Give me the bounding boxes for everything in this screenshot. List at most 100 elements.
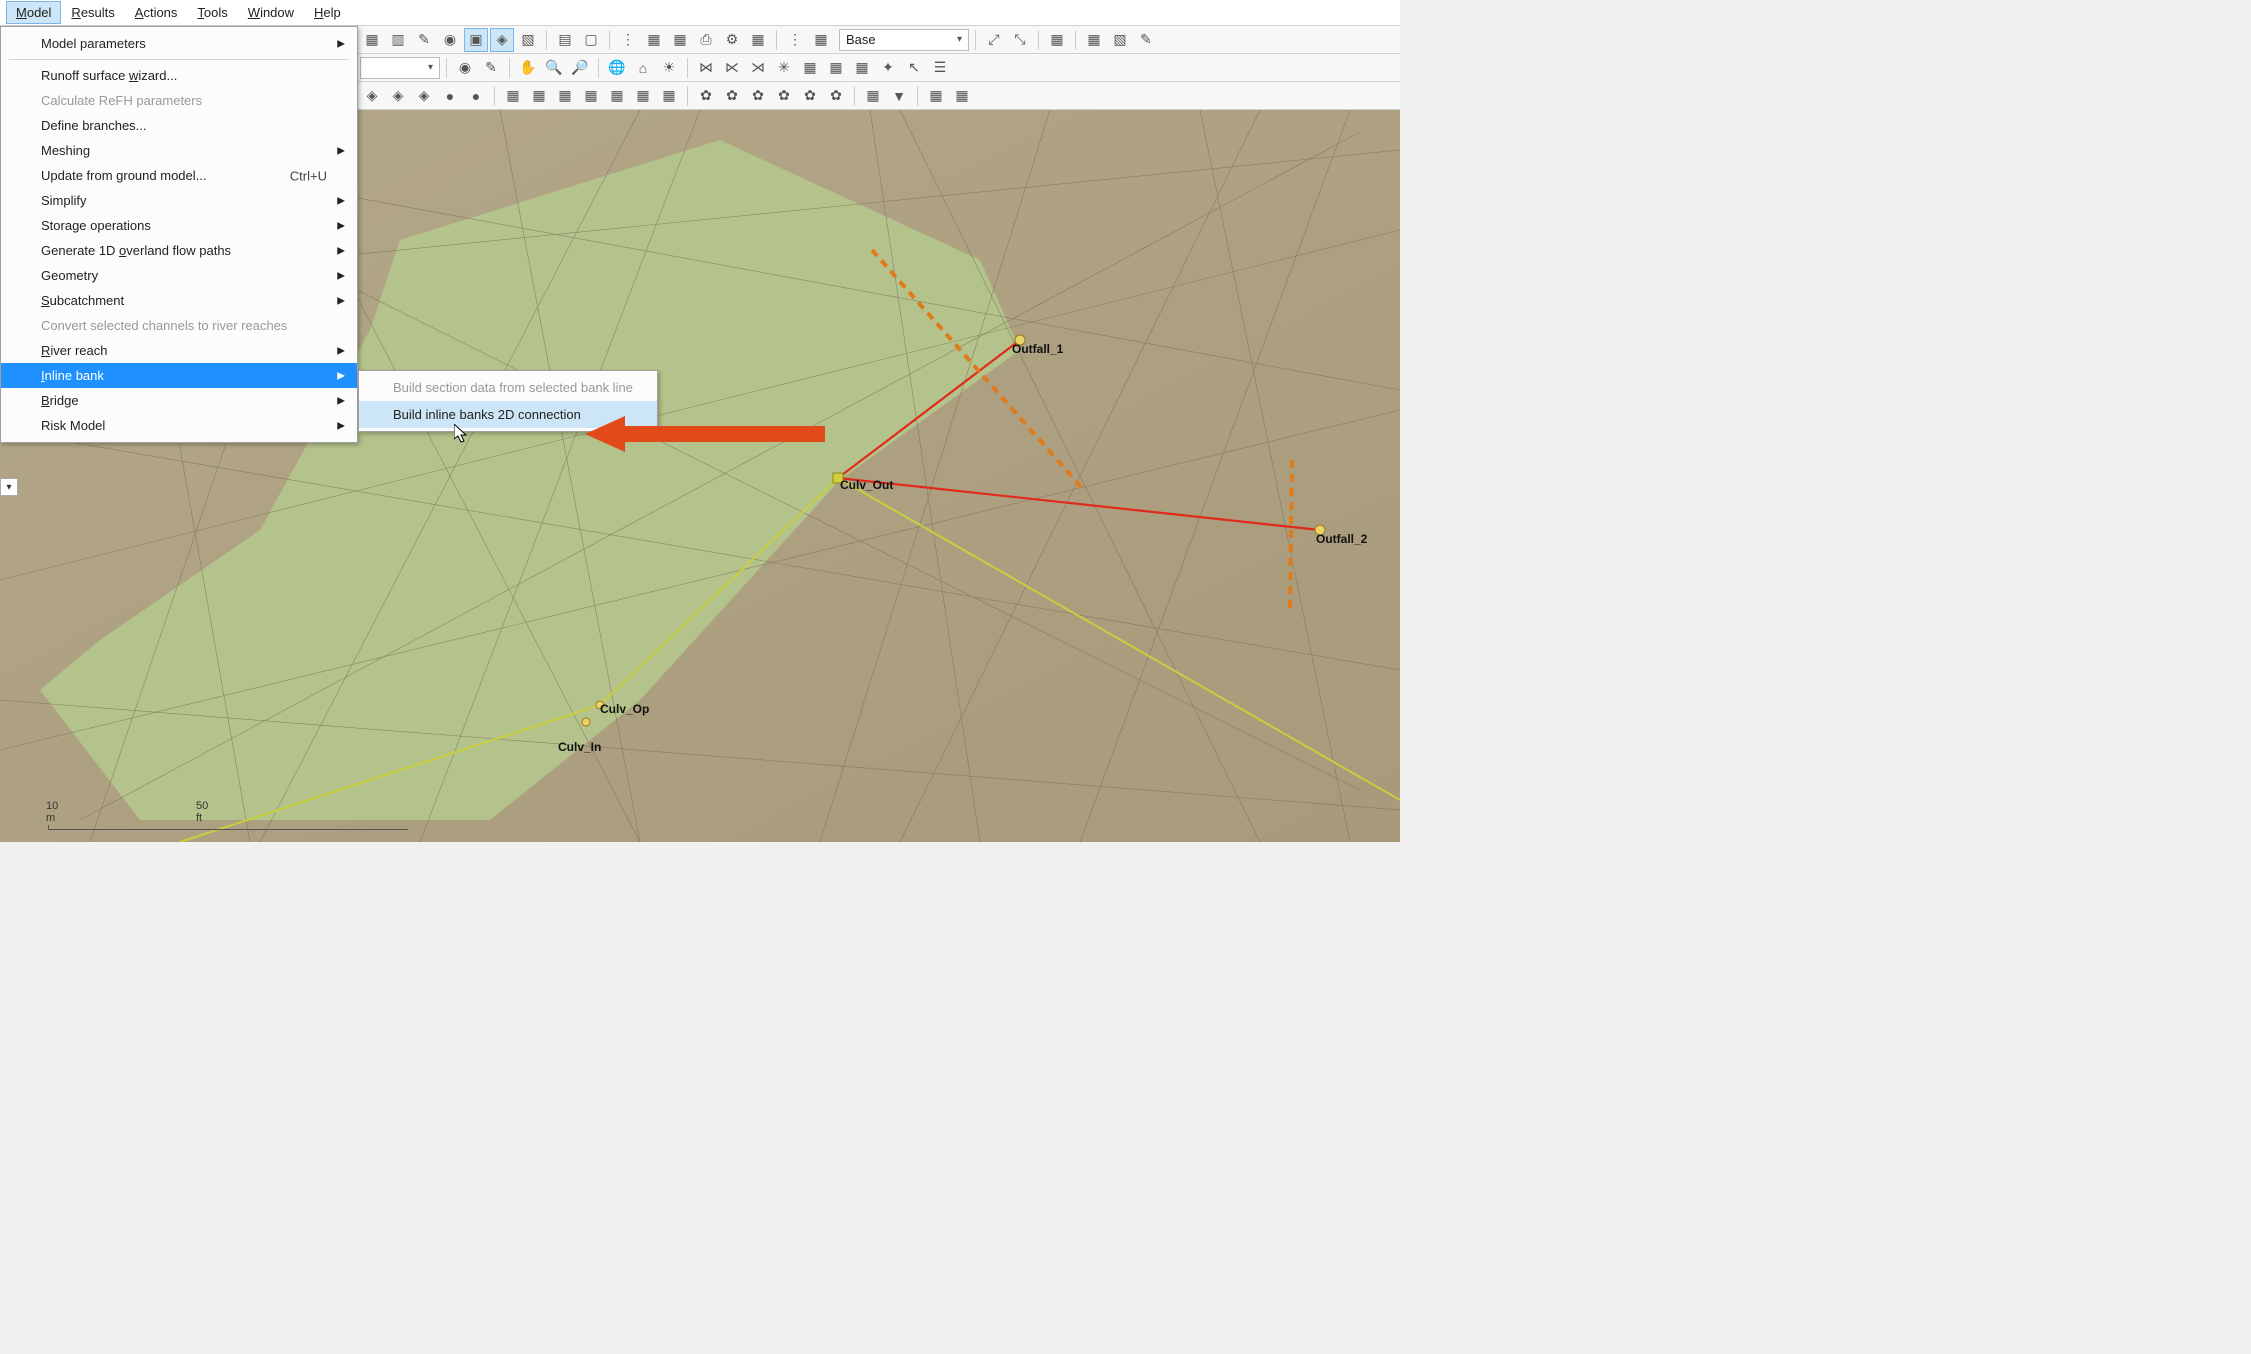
tool-icon[interactable]: ⋉ (720, 56, 744, 80)
toolbar-separator (546, 30, 547, 50)
dd-subcatchment[interactable]: Subcatchment ▶ (1, 288, 357, 313)
toolbar-separator (509, 58, 510, 78)
toolbar-separator (598, 58, 599, 78)
combo-2[interactable]: ▾ (360, 57, 440, 79)
side-dropdown[interactable]: ▾ (0, 478, 18, 496)
tool-icon[interactable]: ▦ (924, 84, 948, 108)
tool-icon[interactable]: ✎ (479, 56, 503, 80)
dd-define-branches[interactable]: Define branches... (1, 113, 357, 138)
tool-icon[interactable]: ⋮ (616, 28, 640, 52)
tool-icon[interactable]: ▦ (1045, 28, 1069, 52)
tool-icon[interactable]: ⋮ (783, 28, 807, 52)
label-culv-op: Culv_Op (600, 702, 649, 716)
tool-icon[interactable]: ▧ (1108, 28, 1132, 52)
tool-icon[interactable]: ✿ (746, 84, 770, 108)
tool-icon[interactable]: ▤ (553, 28, 577, 52)
tool-icon[interactable]: ● (438, 84, 462, 108)
tool-icon[interactable]: ▦ (850, 56, 874, 80)
scale-left: 10 m (46, 800, 58, 824)
tool-icon[interactable]: ▦ (746, 28, 770, 52)
menu-window[interactable]: Window (238, 1, 304, 24)
menu-results[interactable]: Results (61, 1, 124, 24)
tool-icon[interactable]: ▦ (1082, 28, 1106, 52)
pointer-icon[interactable]: ↖ (902, 56, 926, 80)
tool-icon[interactable]: ▦ (824, 56, 848, 80)
dd-river-reach[interactable]: River reach ▶ (1, 338, 357, 363)
menu-actions[interactable]: Actions (125, 1, 188, 24)
tool-icon[interactable]: ▦ (861, 84, 885, 108)
dd-meshing[interactable]: Meshing ▶ (1, 138, 357, 163)
zoom-in-icon[interactable]: 🔍 (542, 56, 566, 80)
tool-icon[interactable]: ▦ (579, 84, 603, 108)
tool-icon[interactable]: ▦ (631, 84, 655, 108)
tool-icon[interactable]: ▦ (657, 84, 681, 108)
tool-icon[interactable]: ✿ (720, 84, 744, 108)
tool-icon[interactable]: ◉ (438, 28, 462, 52)
tool-icon[interactable]: ◈ (412, 84, 436, 108)
base-combo[interactable]: Base ▾ (839, 29, 969, 51)
sub-build-inline-banks-2d[interactable]: Build inline banks 2D connection (359, 401, 657, 428)
tool-icon[interactable]: ▦ (553, 84, 577, 108)
tool-icon[interactable]: ✦ (876, 56, 900, 80)
tool-icon[interactable]: ▥ (386, 28, 410, 52)
tool-icon[interactable]: ⤢ (982, 28, 1006, 52)
tool-icon[interactable]: ▦ (798, 56, 822, 80)
tool-icon[interactable]: ☰ (928, 56, 952, 80)
tool-icon[interactable]: ✳ (772, 56, 796, 80)
pan-icon[interactable]: ✋ (516, 56, 540, 80)
scale-line (48, 825, 408, 830)
chevron-right-icon: ▶ (337, 420, 345, 431)
dd-generate-1d-paths[interactable]: Generate 1D overland flow paths ▶ (1, 238, 357, 263)
tool-icon[interactable]: ◈ (386, 84, 410, 108)
menu-separator (9, 59, 349, 60)
dd-inline-bank[interactable]: Inline bank ▶ (1, 363, 357, 388)
tool-icon[interactable]: ✿ (772, 84, 796, 108)
tool-icon[interactable]: ◈ (490, 28, 514, 52)
tool-icon[interactable]: ✿ (824, 84, 848, 108)
menu-model[interactable]: Model (6, 1, 61, 24)
tool-icon[interactable]: ⌂ (631, 56, 655, 80)
tool-icon[interactable]: ☀ (657, 56, 681, 80)
toolbar-separator (1038, 30, 1039, 50)
tool-icon[interactable]: ⤡ (1008, 28, 1032, 52)
tool-icon[interactable]: ▦ (668, 28, 692, 52)
tool-icon[interactable]: ◈ (360, 84, 384, 108)
dd-simplify[interactable]: Simplify ▶ (1, 188, 357, 213)
tool-icon[interactable]: ▼ (887, 84, 911, 108)
tool-icon[interactable]: ▦ (642, 28, 666, 52)
shortcut-label: Ctrl+U (290, 168, 327, 183)
tool-icon[interactable]: ✿ (694, 84, 718, 108)
tool-icon[interactable]: ▦ (527, 84, 551, 108)
tool-icon[interactable]: ⋈ (694, 56, 718, 80)
tool-icon[interactable]: ✎ (1134, 28, 1158, 52)
dd-risk-model[interactable]: Risk Model ▶ (1, 413, 357, 438)
dd-update-ground-model[interactable]: Update from ground model... Ctrl+U (1, 163, 357, 188)
dd-storage-operations[interactable]: Storage operations ▶ (1, 213, 357, 238)
dd-bridge[interactable]: Bridge ▶ (1, 388, 357, 413)
tool-icon[interactable]: ▦ (809, 28, 833, 52)
chevron-right-icon: ▶ (337, 370, 345, 381)
tool-icon[interactable]: ✎ (412, 28, 436, 52)
tool-icon[interactable]: ▣ (464, 28, 488, 52)
tool-icon[interactable]: ◉ (453, 56, 477, 80)
tool-icon[interactable]: ⎙ (694, 28, 718, 52)
dd-model-parameters[interactable]: Model parameters ▶ (1, 31, 357, 56)
tool-icon[interactable]: ▦ (950, 84, 974, 108)
menu-tools[interactable]: Tools (187, 1, 237, 24)
dd-geometry[interactable]: Geometry ▶ (1, 263, 357, 288)
tool-icon[interactable]: ▦ (605, 84, 629, 108)
tool-icon[interactable]: ▢ (579, 28, 603, 52)
menu-help[interactable]: Help (304, 1, 351, 24)
dd-runoff-wizard[interactable]: Runoff surface wizard... (1, 63, 357, 88)
tool-icon[interactable]: ▦ (501, 84, 525, 108)
tool-icon[interactable]: ▧ (516, 28, 540, 52)
tool-icon[interactable]: ✿ (798, 84, 822, 108)
tool-icon[interactable]: ● (464, 84, 488, 108)
label-culv-in: Culv_In (558, 740, 601, 754)
tool-icon[interactable]: ⚙ (720, 28, 744, 52)
zoom-out-icon[interactable]: 🔎 (568, 56, 592, 80)
globe-icon[interactable]: 🌐 (605, 56, 629, 80)
tool-icon[interactable]: ▦ (360, 28, 384, 52)
chevron-right-icon: ▶ (337, 395, 345, 406)
tool-icon[interactable]: ⋊ (746, 56, 770, 80)
